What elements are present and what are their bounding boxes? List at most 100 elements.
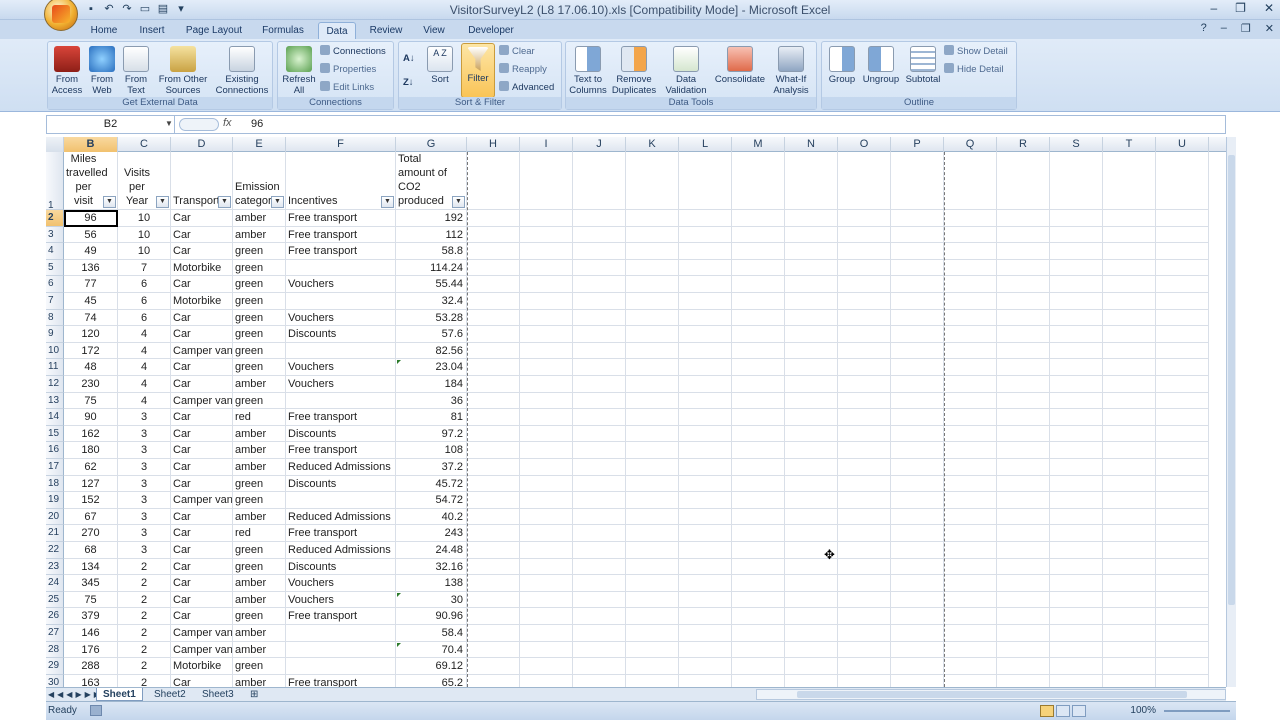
vertical-scrollbar[interactable]: [1226, 137, 1236, 687]
cell-e[interactable]: amber: [233, 376, 286, 393]
cell-b[interactable]: 163: [64, 674, 118, 687]
cell-f[interactable]: Free transport: [286, 442, 396, 459]
empty-cell[interactable]: [944, 309, 997, 327]
empty-cell[interactable]: [1050, 226, 1103, 244]
empty-cell[interactable]: [626, 210, 679, 227]
zoom-level[interactable]: 100%: [1130, 705, 1156, 716]
empty-cell[interactable]: [1156, 442, 1209, 459]
cell-d[interactable]: Car: [171, 326, 233, 343]
empty-cell[interactable]: [679, 625, 732, 642]
empty-cell[interactable]: [997, 210, 1050, 227]
empty-cell[interactable]: [785, 342, 838, 360]
empty-cell[interactable]: [626, 442, 679, 459]
empty-cell[interactable]: [1050, 326, 1103, 343]
empty-cell[interactable]: [997, 542, 1050, 559]
autofilter-dropdown-icon[interactable]: ▼: [452, 196, 465, 208]
empty-cell[interactable]: [732, 558, 785, 576]
empty-cell[interactable]: [679, 259, 732, 277]
empty-cell[interactable]: [1103, 558, 1156, 576]
empty-cell[interactable]: [520, 459, 573, 476]
cell-d[interactable]: Car: [171, 442, 233, 459]
text-to-columns-button[interactable]: Text to Columns: [568, 46, 608, 96]
empty-cell[interactable]: [944, 342, 997, 360]
empty-cell[interactable]: [467, 459, 520, 476]
column-header-j[interactable]: J: [573, 137, 626, 152]
cell-c[interactable]: 2: [118, 558, 171, 576]
empty-cell[interactable]: [626, 558, 679, 576]
empty-cell[interactable]: [1156, 293, 1209, 310]
empty-cell[interactable]: [1156, 625, 1209, 642]
name-box[interactable]: B2: [47, 116, 175, 133]
cell-e[interactable]: green: [233, 558, 286, 576]
cell-f[interactable]: Free transport: [286, 525, 396, 542]
empty-cell[interactable]: [732, 342, 785, 360]
cell-b[interactable]: 90: [64, 409, 118, 426]
empty-cell[interactable]: [997, 309, 1050, 327]
empty-cell[interactable]: [467, 342, 520, 360]
empty-cell[interactable]: [891, 641, 944, 659]
empty-cell[interactable]: [997, 674, 1050, 687]
sheet-tab-2[interactable]: Sheet2: [148, 688, 192, 701]
empty-cell[interactable]: [1050, 591, 1103, 609]
cell-f[interactable]: Free transport: [286, 674, 396, 687]
empty-cell[interactable]: [944, 542, 997, 559]
empty-cell[interactable]: [997, 525, 1050, 542]
empty-cell[interactable]: [1103, 243, 1156, 260]
cell-c[interactable]: 2: [118, 625, 171, 642]
cell-g[interactable]: 192: [396, 210, 467, 227]
empty-cell[interactable]: [1103, 376, 1156, 393]
tab-home[interactable]: Home: [86, 22, 122, 39]
empty-cell[interactable]: [785, 591, 838, 609]
cell-g[interactable]: 184: [396, 376, 467, 393]
row-header-20[interactable]: 20: [46, 508, 64, 526]
empty-cell[interactable]: [785, 210, 838, 227]
empty-cell[interactable]: [944, 259, 997, 277]
empty-cell[interactable]: [626, 392, 679, 410]
empty-cell[interactable]: [838, 492, 891, 509]
cell-c[interactable]: 3: [118, 475, 171, 493]
cell-d[interactable]: Car: [171, 575, 233, 592]
empty-cell[interactable]: [1103, 326, 1156, 343]
cell-f[interactable]: Discounts: [286, 326, 396, 343]
cell-g[interactable]: 24.48: [396, 542, 467, 559]
cell-d[interactable]: Car: [171, 309, 233, 327]
empty-cell[interactable]: [520, 243, 573, 260]
select-all-button[interactable]: [46, 137, 64, 152]
cell-d[interactable]: Camper van: [171, 641, 233, 659]
cell-b[interactable]: 146: [64, 625, 118, 642]
column-header-f[interactable]: F: [286, 137, 396, 152]
empty-cell[interactable]: [1050, 608, 1103, 625]
empty-cell[interactable]: [1050, 359, 1103, 376]
empty-cell[interactable]: [1050, 542, 1103, 559]
empty-cell[interactable]: [467, 658, 520, 675]
empty-cell[interactable]: [467, 376, 520, 393]
empty-cell[interactable]: [838, 542, 891, 559]
cell-f[interactable]: Free transport: [286, 226, 396, 244]
empty-cell[interactable]: [1050, 575, 1103, 592]
empty-cell[interactable]: [891, 326, 944, 343]
cell-f[interactable]: Vouchers: [286, 276, 396, 293]
cell-c[interactable]: 2: [118, 575, 171, 592]
empty-cell[interactable]: [1103, 508, 1156, 526]
empty-cell[interactable]: [891, 575, 944, 592]
empty-cell[interactable]: [732, 625, 785, 642]
cell-b[interactable]: 127: [64, 475, 118, 493]
sort-descending-button[interactable]: Z↓: [403, 76, 414, 90]
page-break-view-icon[interactable]: [1072, 705, 1086, 717]
empty-cell[interactable]: [520, 152, 573, 210]
empty-cell[interactable]: [1156, 359, 1209, 376]
cell-f[interactable]: Discounts: [286, 558, 396, 576]
cell-f[interactable]: [286, 625, 396, 642]
empty-cell[interactable]: [1103, 575, 1156, 592]
cell-g[interactable]: 53.28: [396, 309, 467, 327]
row-header-29[interactable]: 29: [46, 658, 64, 675]
empty-cell[interactable]: [626, 641, 679, 659]
header-cell-d[interactable]: Transport ▼: [171, 152, 233, 210]
empty-cell[interactable]: [626, 243, 679, 260]
empty-cell[interactable]: [520, 558, 573, 576]
column-header-o[interactable]: O: [838, 137, 891, 152]
tab-insert[interactable]: Insert: [134, 22, 170, 39]
formula-bar-resize-handle[interactable]: [179, 118, 219, 131]
cell-b[interactable]: 379: [64, 608, 118, 625]
empty-cell[interactable]: [785, 658, 838, 675]
